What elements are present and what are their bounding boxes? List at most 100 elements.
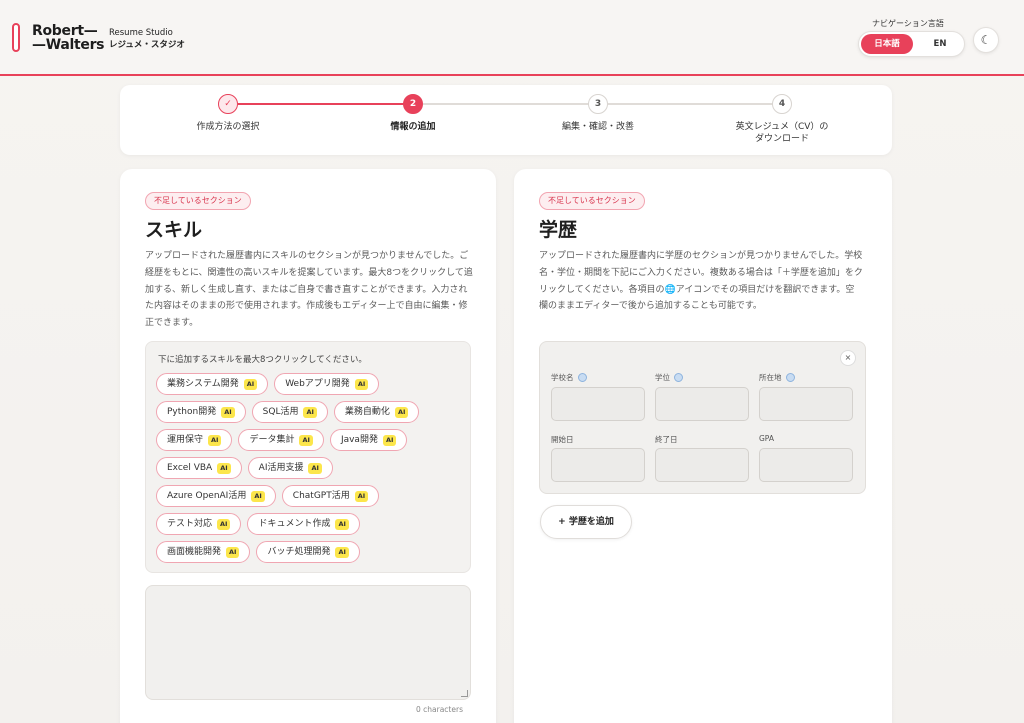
skill-chip-label: ChatGPT活用 — [292, 491, 350, 501]
ai-badge: AI — [394, 406, 409, 418]
ai-badge: AI — [217, 518, 231, 530]
start-date-label-text: 開始日 — [551, 435, 574, 444]
skill-chip-label: 画面機能開発 — [167, 547, 222, 557]
step-connector-3 — [608, 103, 782, 105]
character-count: 0 characters — [416, 705, 463, 714]
skills-title: スキル — [145, 219, 203, 241]
step-4-label: 英文レジュメ（CV）の ダウンロード — [735, 122, 829, 144]
step-2-indicator: 2 — [403, 94, 423, 114]
school-input[interactable] — [551, 387, 645, 421]
location-input[interactable] — [759, 387, 853, 421]
add-education-button[interactable]: + 学歴を追加 — [540, 505, 632, 539]
progress-stepper: ✓ 2 3 4 作成方法の選択 情報の追加 編集・確認・改善 英文レジュメ（CV… — [120, 85, 892, 155]
step-connector-2 — [423, 103, 598, 105]
ai-badge: AI — [354, 378, 369, 390]
skill-chip[interactable]: ChatGPT活用 AI — [281, 485, 380, 507]
brand-line-1: Robert— — [32, 23, 98, 39]
studio-title-jp: レジュメ・スタジオ — [109, 40, 185, 50]
ai-badge: AI — [303, 406, 317, 418]
close-icon[interactable]: × — [840, 350, 856, 366]
globe-icon[interactable] — [577, 373, 587, 382]
chip-row: 画面機能開発 AI バッチ処理開発 AI — [156, 541, 360, 563]
ai-badge: AI — [217, 462, 231, 474]
step-connector-1 — [238, 103, 413, 105]
location-label: 所在地 — [759, 372, 795, 383]
education-description: アップロードされた履歴書内に学歴のセクションが見つかりませんでした。学校名・学位… — [539, 251, 863, 312]
skill-chip-label: AI活用支援 — [258, 463, 304, 473]
education-panel: 不足しているセクション 学歴 アップロードされた履歴書内に学歴のセクションが見つ… — [514, 169, 892, 723]
ai-badge: AI — [226, 546, 240, 558]
studio-title-en: Resume Studio — [109, 28, 173, 38]
ai-badge: AI — [354, 490, 369, 502]
education-entry-card: × 学校名 学位 所在地 開始日 終了日 GPA — [539, 341, 866, 494]
resize-handle-icon[interactable] — [461, 690, 468, 697]
start-date-input[interactable] — [551, 448, 645, 482]
skill-chip[interactable]: Excel VBA AI — [156, 457, 242, 479]
skill-chip[interactable]: データ集計 AI — [238, 429, 324, 451]
ai-badge: AI — [382, 434, 397, 446]
education-title: 学歴 — [539, 219, 578, 241]
gpa-label: GPA — [759, 434, 774, 443]
end-date-label: 終了日 — [655, 434, 678, 445]
skill-chip[interactable]: Azure OpenAI活用 AI — [156, 485, 276, 507]
missing-section-badge: 不足しているセクション — [145, 192, 251, 210]
skill-chip-label: Webアプリ開発 — [285, 379, 350, 389]
skill-chip[interactable]: 運用保守 AI — [156, 429, 233, 451]
studio-title: Resume Studio レジュメ・スタジオ — [109, 27, 185, 51]
skill-chip[interactable]: AI活用支援 AI — [247, 457, 333, 479]
skill-chip-label: 業務自動化 — [344, 407, 390, 417]
school-label: 学校名 — [551, 372, 587, 383]
location-label-text: 所在地 — [759, 373, 782, 382]
skill-chip[interactable]: Webアプリ開発 AI — [274, 373, 380, 395]
lang-ja-button[interactable]: 日本語 — [861, 34, 913, 54]
skill-chip-label: SQL活用 — [262, 407, 299, 417]
step-2-label: 情報の追加 — [390, 122, 436, 132]
start-date-label: 開始日 — [551, 434, 574, 445]
skill-chip-label: 運用保守 — [167, 435, 204, 445]
brand-logo-mark — [12, 23, 20, 52]
skill-chip[interactable]: 業務自動化 AI — [333, 401, 420, 423]
degree-input[interactable] — [655, 387, 749, 421]
degree-label-text: 学位 — [655, 373, 670, 382]
chip-row: テスト対応 AI ドキュメント作成 AI — [156, 513, 360, 535]
school-label-text: 学校名 — [551, 373, 574, 382]
dark-mode-button[interactable]: ☾ — [973, 27, 999, 53]
chip-row: Azure OpenAI活用 AI ChatGPT活用 AI — [156, 485, 380, 507]
skill-chip-label: Java開発 — [340, 435, 378, 445]
skill-chip-label: バッチ処理開発 — [267, 547, 331, 557]
skill-chip[interactable]: SQL活用 AI — [251, 401, 328, 423]
globe-icon[interactable] — [674, 373, 683, 382]
skill-chip[interactable]: 画面機能開発 AI — [156, 541, 251, 563]
gpa-label-text: GPA — [759, 434, 774, 443]
skill-chip-label: Python開発 — [167, 407, 217, 417]
brand-line-2: —Walters — [32, 37, 105, 53]
chip-row: Python開発 AI SQL活用 AI 業務自動化 AI — [156, 401, 420, 423]
ai-badge: AI — [308, 462, 322, 474]
skills-panel: 不足しているセクション スキル アップロードされた履歴書内にスキルのセクションが… — [120, 169, 496, 723]
step-4-indicator: 4 — [772, 94, 792, 114]
end-date-input[interactable] — [655, 448, 749, 482]
skill-chip[interactable]: ドキュメント作成 AI — [247, 513, 360, 535]
ai-badge: AI — [299, 434, 313, 446]
skill-chip-label: Excel VBA — [167, 463, 213, 473]
gpa-input[interactable] — [759, 448, 853, 482]
skill-chip[interactable]: Java開発 AI — [329, 429, 408, 451]
skill-chip[interactable]: バッチ処理開発 AI — [256, 541, 360, 563]
chip-row: 業務システム開発 AI Webアプリ開発 AI — [156, 373, 380, 395]
skill-chip[interactable]: 業務システム開発 AI — [156, 373, 269, 395]
skill-suggestions: 下に追加するスキルを最大8つクリックしてください。 業務システム開発 AI Web… — [145, 341, 471, 573]
step-3-indicator: 3 — [588, 94, 608, 114]
step-1-check-icon[interactable]: ✓ — [218, 94, 238, 114]
moon-icon: ☾ — [980, 33, 992, 47]
skills-textarea[interactable] — [145, 585, 471, 700]
globe-icon[interactable] — [785, 373, 795, 382]
degree-label: 学位 — [655, 372, 683, 383]
ai-badge: AI — [221, 406, 235, 418]
chip-row: 運用保守 AI データ集計 AI Java開発 AI — [156, 429, 408, 451]
skill-chip[interactable]: Python開発 AI — [156, 401, 246, 423]
ai-badge: AI — [243, 378, 258, 390]
brand-logo[interactable]: Robert— —Walters — [32, 23, 105, 53]
lang-en-button[interactable]: EN — [917, 34, 963, 54]
skill-chip[interactable]: テスト対応 AI — [156, 513, 242, 535]
skill-chip-label: 業務システム開発 — [167, 379, 239, 389]
